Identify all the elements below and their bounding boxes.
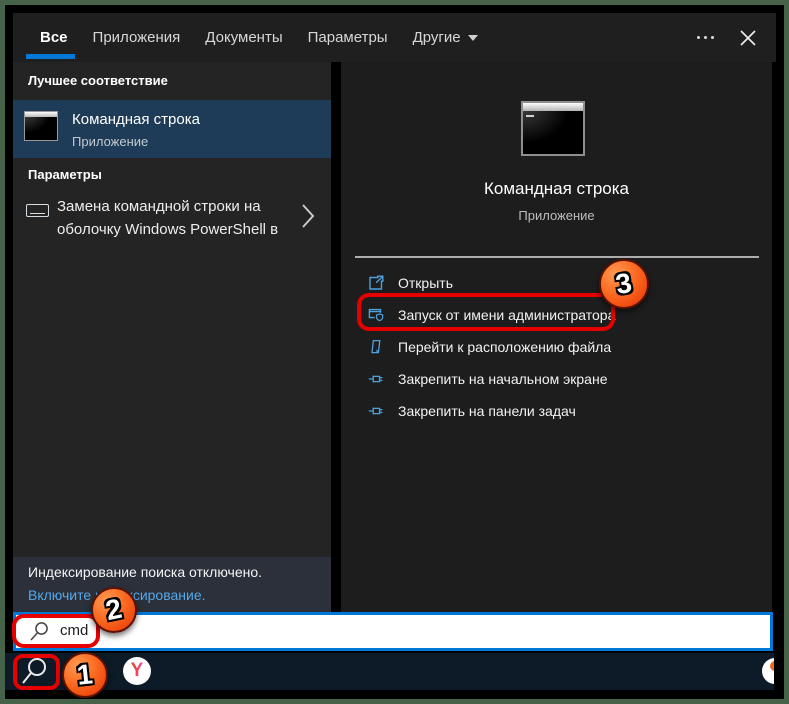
pin-icon [368,371,384,387]
taskbar-partial-icon[interactable] [762,658,774,684]
app-subtitle: Приложение [341,208,772,223]
tab-all[interactable]: Все [40,23,68,52]
settings-result-item[interactable]: Замена командной строки на оболочку Wind… [13,195,331,245]
settings-section-header: Параметры [28,167,102,182]
tab-documents-label: Документы [205,29,282,46]
settings-result-text: Замена командной строки на оболочку Wind… [57,195,287,241]
tab-apps[interactable]: Приложения [93,23,181,52]
tab-more[interactable]: Другие [413,23,478,52]
annotation-highlight-run-as-admin [357,293,615,331]
best-match-header: Лучшее соответствие [28,73,168,88]
annotation-step-2: 2 [91,587,137,633]
file-location-icon [368,339,384,355]
tab-apps-label: Приложения [93,29,181,46]
action-pin-to-taskbar[interactable]: Закрепить на панели задач [355,395,759,427]
action-file-location-label: Перейти к расположению файла [398,339,611,355]
results-panel: Лучшее соответствие Командная строка При… [13,62,331,557]
settings-result-line1: Замена командной строки на [57,195,287,218]
tab-documents[interactable]: Документы [205,23,282,52]
console-setting-icon [26,204,49,217]
preview-panel: Командная строка Приложение Открыть Запу… [341,62,772,612]
app-title: Командная строка [341,179,772,199]
status-message: Индексирование поиска отключено. [28,564,262,580]
indexing-status-band: Индексирование поиска отключено. Включит… [13,557,331,612]
more-options-icon[interactable] [697,36,714,39]
close-icon[interactable] [738,28,758,48]
annotation-highlight-search-button [13,654,60,690]
tab-all-label: Все [40,29,68,46]
settings-result-line2: оболочку Windows PowerShell в [57,218,287,241]
action-open-label: Открыть [398,275,453,291]
best-match-subtitle: Приложение [72,134,148,149]
best-match-item[interactable]: Командная строка Приложение [13,100,331,158]
action-open-file-location[interactable]: Перейти к расположению файла [355,331,759,363]
cmd-app-icon-large [521,101,585,156]
separator [355,256,759,258]
yandex-browser-icon[interactable]: Y [123,657,151,685]
search-filter-tabbar: Все Приложения Документы Параметры Други… [13,13,776,62]
cmd-app-icon [24,111,58,141]
context-actions-list: Открыть Запуск от имени администратора П… [355,267,759,427]
action-pin-to-start[interactable]: Закрепить на начальном экране [355,363,759,395]
chevron-right-icon [301,203,315,229]
tab-settings-label: Параметры [308,29,388,46]
action-pin-taskbar-label: Закрепить на панели задач [398,403,576,419]
search-flyout-screenshot: Все Приложения Документы Параметры Други… [0,0,789,704]
annotation-step-3: 3 [599,259,649,309]
open-icon [368,275,384,291]
filter-tabs: Все Приложения Документы Параметры Други… [13,23,478,52]
best-match-title: Командная строка [72,111,200,128]
tab-settings[interactable]: Параметры [308,23,388,52]
annotation-highlight-search-query [12,614,100,648]
action-pin-start-label: Закрепить на начальном экране [398,371,608,387]
taskbar: Y [5,653,774,690]
dropdown-arrow-icon [468,35,478,41]
active-tab-underline [26,54,75,59]
tab-more-label: Другие [413,29,461,46]
pin-icon [368,403,384,419]
annotation-step-1: 1 [62,652,108,698]
yandex-y-glyph: Y [131,660,144,682]
